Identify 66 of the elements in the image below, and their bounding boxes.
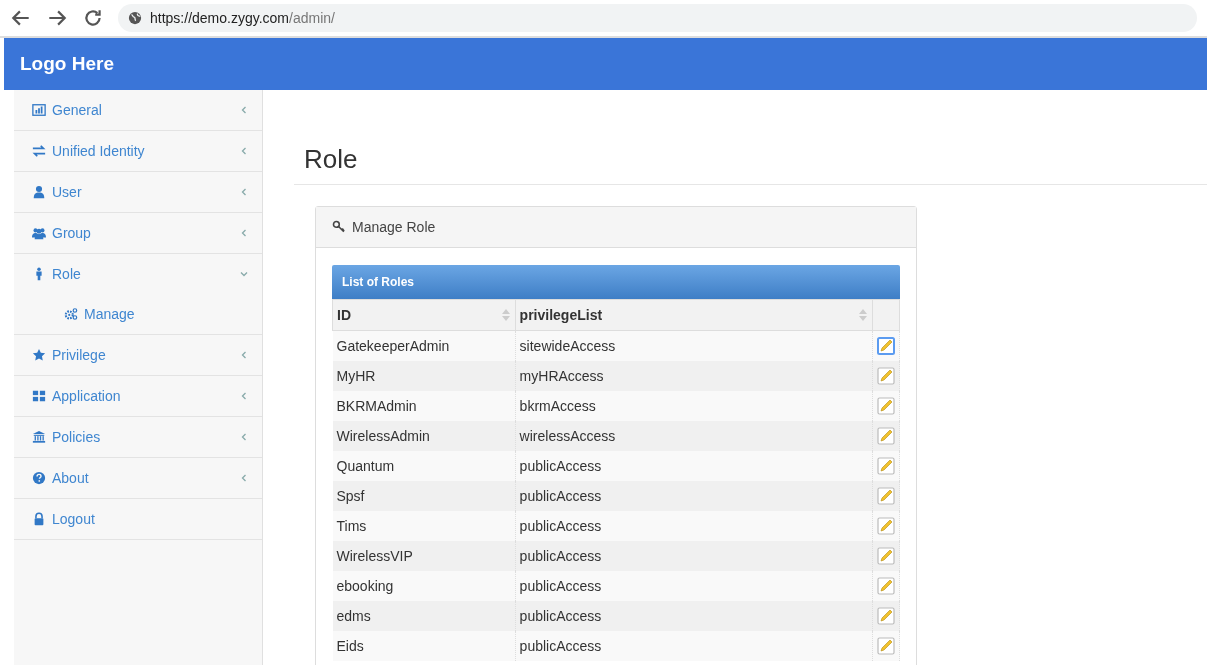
table-cell: BKRMAdmin	[332, 391, 516, 421]
table-cell: publicAccess	[515, 511, 873, 541]
edit-icon[interactable]	[877, 337, 895, 355]
table-cell: GatekeeperAdmin	[332, 330, 516, 361]
star-icon	[32, 348, 46, 362]
panel-title: Manage Role	[352, 219, 436, 235]
table-cell: publicAccess	[515, 541, 873, 571]
arrows-icon	[32, 144, 46, 158]
user-icon	[32, 185, 46, 199]
reload-icon[interactable]	[82, 7, 104, 29]
sidebar-item[interactable]: Group	[14, 213, 262, 254]
table-cell: publicAccess	[515, 631, 873, 661]
edit-icon[interactable]	[877, 367, 895, 385]
sidebar-item[interactable]: Logout	[14, 499, 262, 540]
column-header[interactable]: privilegeList	[515, 299, 873, 331]
table-cell: Spsf	[332, 481, 516, 511]
sort-icon	[858, 308, 868, 322]
edit-icon[interactable]	[877, 427, 895, 445]
table-cell: publicAccess	[515, 571, 873, 601]
table-cell: ebooking	[332, 571, 516, 601]
table-cell: Quantum	[332, 451, 516, 481]
edit-icon[interactable]	[877, 547, 895, 565]
page-title: Role	[304, 144, 359, 176]
logo-text: Logo Here	[20, 53, 114, 75]
sidebar-item[interactable]: User	[14, 172, 262, 213]
table-cell: publicAccess	[515, 601, 873, 631]
table-cell: edms	[332, 601, 516, 631]
help-icon	[32, 471, 46, 485]
group-icon	[32, 226, 46, 240]
table-cell: myHRAccess	[515, 361, 873, 391]
key-icon	[332, 220, 346, 234]
table-cell: sitewideAccess	[515, 330, 873, 361]
lock-icon	[32, 512, 46, 526]
sort-icon	[500, 308, 511, 322]
grid-icon	[32, 389, 46, 403]
sidebar-item[interactable]: General	[14, 90, 262, 131]
table-cell: Eids	[332, 631, 516, 661]
sidebar-item[interactable]: Policies	[14, 417, 262, 458]
edit-icon[interactable]	[877, 607, 895, 625]
edit-icon[interactable]	[877, 397, 895, 415]
gears-icon	[64, 307, 78, 321]
bar-chart-icon	[32, 103, 46, 117]
sidebar-item[interactable]: Privilege	[14, 335, 262, 376]
sidebar-item[interactable]: Unified Identity	[14, 131, 262, 172]
table-cell: WirelessVIP	[332, 541, 516, 571]
edit-icon[interactable]	[877, 637, 895, 655]
table-cell: publicAccess	[515, 481, 873, 511]
edit-icon[interactable]	[877, 577, 895, 595]
sidebar-item[interactable]: Role	[14, 254, 262, 294]
edit-icon[interactable]	[877, 517, 895, 535]
table-cell: MyHR	[332, 361, 516, 391]
globe-icon	[128, 11, 142, 25]
edit-icon[interactable]	[877, 487, 895, 505]
table-caption: List of Roles	[332, 265, 900, 299]
sidebar-item[interactable]: Application	[14, 376, 262, 417]
address-bar[interactable]: https://demo.zygy.com/admin/	[118, 4, 1197, 32]
table-cell: Tims	[332, 511, 516, 541]
sidebar-item[interactable]: About	[14, 458, 262, 499]
table-cell: wirelessAccess	[515, 421, 873, 451]
edit-icon[interactable]	[877, 457, 895, 475]
building-icon	[32, 430, 46, 444]
column-header[interactable]: ID	[332, 299, 516, 331]
table-cell: bkrmAccess	[515, 391, 873, 421]
table-cell: WirelessAdmin	[332, 421, 516, 451]
submenu-item[interactable]: Manage	[14, 294, 262, 335]
table-cell: publicAccess	[515, 451, 873, 481]
